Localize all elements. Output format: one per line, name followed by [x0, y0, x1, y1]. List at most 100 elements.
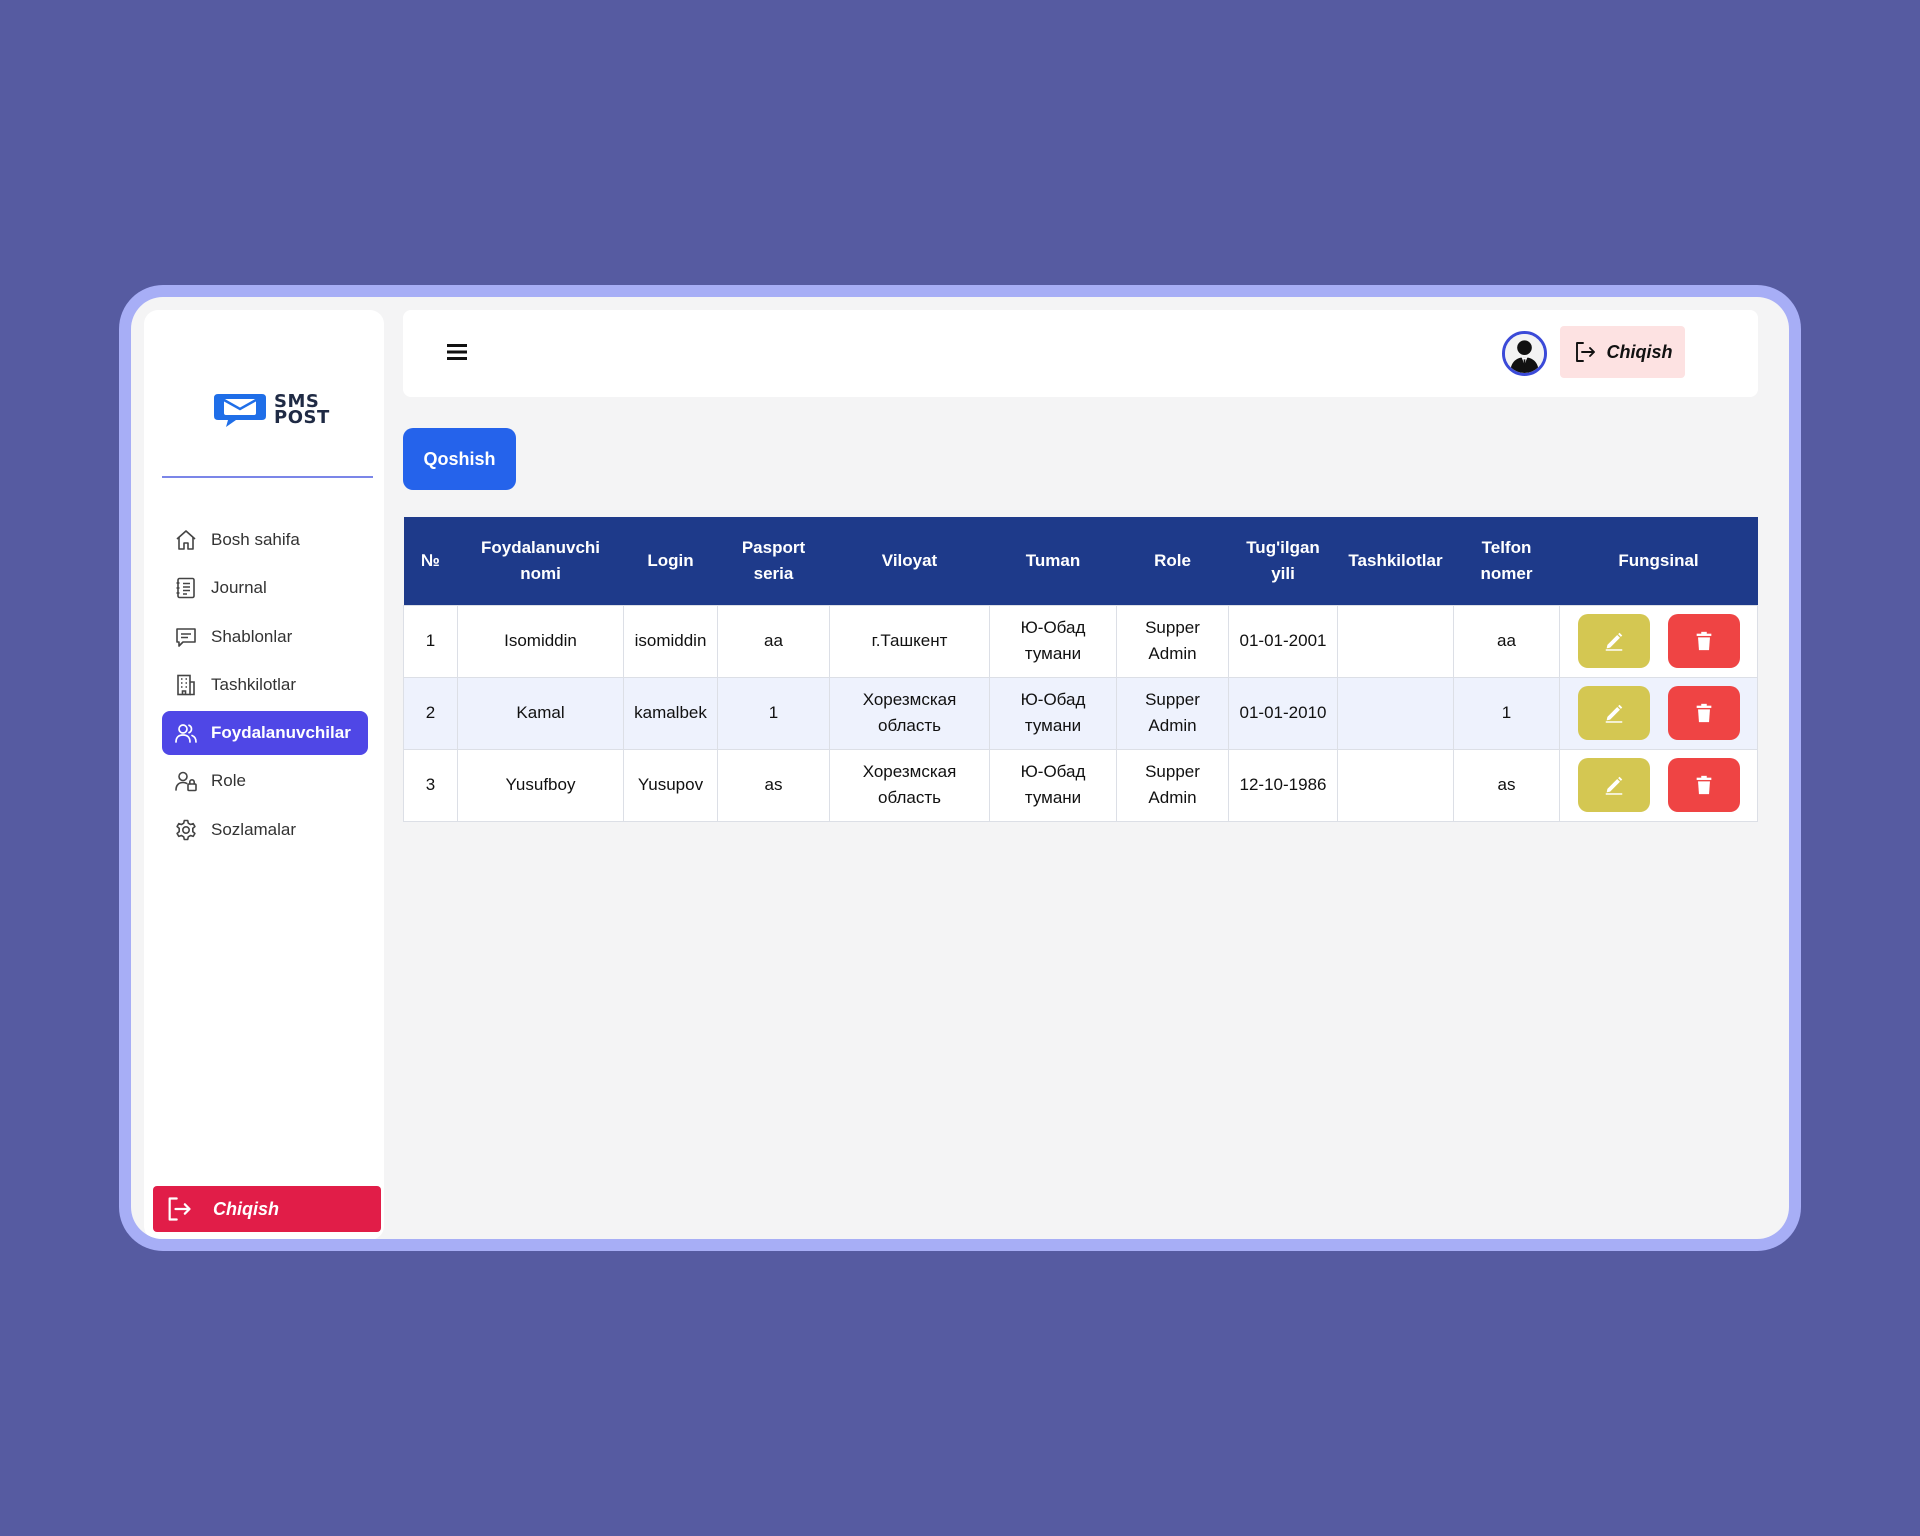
delete-button[interactable] — [1667, 686, 1740, 740]
table-row: 1 Isomiddin isomiddin aa г.Ташкент Ю-Оба… — [403, 604, 1758, 678]
cell-org — [1337, 676, 1454, 750]
column-header-organizations: Tashkilotlar — [1348, 550, 1443, 570]
users-table: № Foydalanuvchi nomi Login Pasport seria… — [403, 517, 1758, 822]
cell-phone: aa — [1453, 604, 1560, 678]
trash-icon — [1696, 775, 1711, 795]
cell-passport: 1 — [717, 676, 830, 750]
pencil-icon — [1605, 704, 1622, 723]
column-header-number: № — [421, 550, 440, 570]
sidebar-item-journal[interactable]: Journal — [162, 566, 368, 610]
sidebar-item-label: Role — [211, 771, 246, 791]
cell-org — [1337, 604, 1454, 678]
cell-number: 3 — [403, 748, 458, 822]
cell-role: Supper Admin — [1116, 604, 1229, 678]
topbar-logout-label: Chiqish — [1606, 341, 1673, 362]
cell-name: Kamal — [457, 676, 624, 750]
journal-icon — [176, 577, 195, 599]
building-icon — [177, 674, 195, 696]
pencil-icon — [1605, 776, 1622, 795]
cell-viloyat: Хорезмская область — [829, 676, 990, 750]
column-header-user-name: Foydalanuvchi nomi — [480, 537, 601, 583]
cell-role: Supper Admin — [1116, 748, 1229, 822]
sidebar-item-label: Journal — [211, 578, 267, 598]
trash-icon — [1696, 703, 1711, 723]
sidebar-divider — [162, 476, 373, 478]
table-row: 3 Yusufboy Yusupov as Хорезмская область… — [403, 748, 1758, 822]
user-lock-icon — [175, 772, 197, 792]
user-avatar-icon — [1505, 334, 1544, 373]
gear-icon — [176, 819, 196, 841]
sidebar-item-sozlamalar[interactable]: Sozlamalar — [162, 808, 368, 852]
app-screen: SMS POST Bosh sahifa Journal Shablonlar — [131, 297, 1789, 1239]
column-header-login: Login — [647, 550, 694, 570]
sidebar-item-foydalanuvchilar[interactable]: Foydalanuvchilar — [162, 711, 368, 756]
cell-phone: 1 — [1453, 676, 1560, 750]
cell-login: kamalbek — [623, 676, 718, 750]
sidebar-item-label: Bosh sahifa — [211, 530, 300, 549]
cell-passport: as — [717, 748, 830, 822]
cell-viloyat: г.Ташкент — [829, 604, 990, 678]
brand-text: SMS POST — [274, 393, 330, 428]
cell-tuman: Ю-Обад тумани — [989, 676, 1117, 750]
hamburger-menu-icon[interactable] — [445, 340, 469, 364]
avatar[interactable] — [1502, 331, 1547, 376]
sidebar-item-label: Tashkilotlar — [211, 674, 297, 694]
cell-birth: 01-01-2010 — [1228, 676, 1338, 750]
brand-logo[interactable]: SMS POST — [214, 392, 330, 428]
cell-tuman: Ю-Обад тумани — [989, 604, 1117, 678]
cell-number: 1 — [403, 604, 458, 678]
users-icon — [175, 724, 197, 744]
table-row: 2 Kamal kamalbek 1 Хорезмская область Ю-… — [403, 676, 1758, 750]
topbar-logout-button[interactable]: Chiqish — [1560, 326, 1685, 378]
brand-line-2: POST — [274, 407, 330, 428]
add-user-button[interactable]: Qoshish — [403, 428, 516, 490]
cell-actions — [1559, 748, 1758, 822]
column-header-birth-year: Tug'ilgan yili — [1246, 537, 1320, 583]
sidebar-item-label: Shablonlar — [211, 626, 293, 646]
sms-logo-icon — [214, 394, 266, 427]
cell-phone: as — [1453, 748, 1560, 822]
cell-login: isomiddin — [623, 604, 718, 678]
home-icon — [176, 530, 196, 550]
cell-role: Supper Admin — [1116, 676, 1229, 750]
sidebar-logout-label: Chiqish — [213, 1198, 279, 1219]
logout-icon — [168, 1197, 191, 1221]
cell-actions — [1559, 676, 1758, 750]
column-header-phone: Telfon nomer — [1480, 537, 1533, 583]
cell-name: Isomiddin — [457, 604, 624, 678]
edit-button[interactable] — [1577, 686, 1650, 740]
cell-passport: aa — [717, 604, 830, 678]
cell-login: Yusupov — [623, 748, 718, 822]
cell-birth: 01-01-2001 — [1228, 604, 1338, 678]
sidebar-item-shablonlar[interactable]: Shablonlar — [162, 615, 368, 659]
sidebar: SMS POST Bosh sahifa Journal Shablonlar — [144, 310, 384, 1239]
column-header-viloyat: Viloyat — [881, 550, 938, 570]
logout-icon — [1575, 342, 1595, 362]
topbar: Chiqish — [403, 310, 1758, 397]
pencil-icon — [1605, 632, 1622, 651]
sidebar-item-label: Sozlamalar — [211, 819, 297, 839]
column-header-role: Role — [1154, 550, 1191, 570]
sidebar-item-role[interactable]: Role — [162, 759, 368, 803]
column-header-tuman: Tuman — [1025, 550, 1081, 570]
delete-button[interactable] — [1667, 758, 1740, 812]
message-icon — [176, 627, 196, 647]
app-frame: SMS POST Bosh sahifa Journal Shablonlar — [119, 285, 1801, 1251]
edit-button[interactable] — [1577, 758, 1650, 812]
sidebar-logout-button[interactable]: Chiqish — [153, 1186, 381, 1232]
edit-button[interactable] — [1577, 614, 1650, 668]
sidebar-item-tashkilotlar[interactable]: Tashkilotlar — [162, 663, 368, 707]
delete-button[interactable] — [1667, 614, 1740, 668]
cell-birth: 12-10-1986 — [1228, 748, 1338, 822]
users-table-container: № Foydalanuvchi nomi Login Pasport seria… — [403, 517, 1758, 822]
cell-org — [1337, 748, 1454, 822]
cell-name: Yusufboy — [457, 748, 624, 822]
sidebar-item-bosh-sahifa[interactable]: Bosh sahifa — [162, 518, 368, 562]
column-header-actions: Fungsinal — [1618, 550, 1699, 570]
sidebar-item-label: Foydalanuvchilar — [211, 723, 351, 743]
cell-tuman: Ю-Обад тумани — [989, 748, 1117, 822]
cell-number: 2 — [403, 676, 458, 750]
column-header-passport: Pasport seria — [741, 537, 806, 583]
cell-viloyat: Хорезмская область — [829, 748, 990, 822]
table-header-row: № Foydalanuvchi nomi Login Pasport seria… — [403, 517, 1758, 605]
